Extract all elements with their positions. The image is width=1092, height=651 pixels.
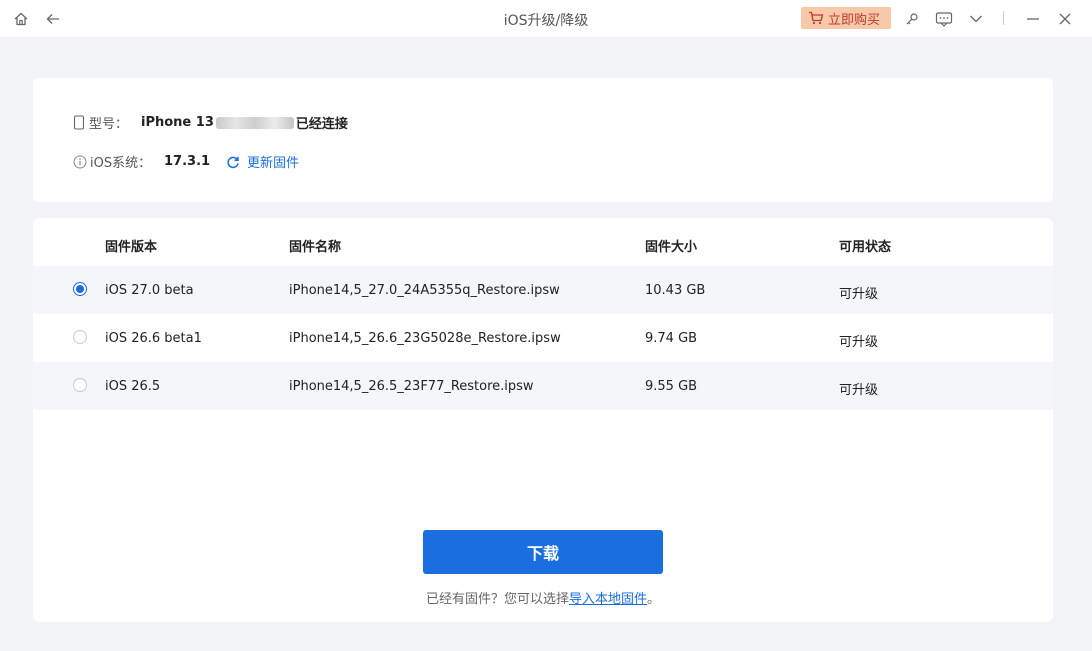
model-label: 型号： (89, 117, 129, 132)
info-icon (73, 155, 87, 169)
cart-icon (809, 11, 824, 25)
header-size: 固件大小 (645, 240, 698, 255)
header-version: 固件版本 (105, 240, 158, 255)
row-name: iPhone14,5_27.0_24A5355q_Restore.ipsw (289, 283, 560, 298)
table-row[interactable]: iOS 26.5 iPhone14,5_26.5_23F77_Restore.i… (33, 362, 1053, 410)
ios-row: iOS系统： 17.3.1 更新固件 (73, 152, 299, 171)
header-name: 固件名称 (289, 240, 342, 255)
header-status: 可用状态 (839, 240, 892, 255)
table-header: 固件版本 固件名称 固件大小 可用状态 (33, 218, 1053, 266)
window-title: iOS升级/降级 (503, 13, 589, 29)
ios-version: 17.3.1 (164, 154, 211, 169)
message-icon[interactable] (934, 9, 954, 29)
table-row[interactable]: iOS 27.0 beta iPhone14,5_27.0_24A5355q_R… (33, 266, 1053, 314)
firmware-table-card: 固件版本 固件名称 固件大小 可用状态 iOS 27.0 beta iPhone… (33, 218, 1053, 622)
close-icon[interactable] (1055, 9, 1075, 29)
ios-label: iOS系统： (90, 156, 152, 171)
row-name: iPhone14,5_26.5_23F77_Restore.ipsw (289, 379, 534, 394)
row-version: iOS 26.6 beta1 (105, 331, 202, 346)
import-hint: 已经有固件？您可以选择导入本地固件。 (33, 588, 1053, 607)
model-value: iPhone 13 (141, 115, 214, 130)
row-status: 可升级 (839, 335, 879, 350)
row-version: iOS 27.0 beta (105, 283, 194, 298)
refresh-icon (227, 156, 239, 168)
row-size: 10.43 GB (645, 283, 706, 298)
device-info-card: 型号： iPhone 13 已经连接 iOS系统： 17.3.1 更新固件 (33, 78, 1053, 202)
hint-suffix: 。 (647, 592, 661, 607)
row-version: iOS 26.5 (105, 379, 161, 394)
model-row: 型号： iPhone 13 已经连接 (73, 113, 348, 132)
chevron-down-icon[interactable] (966, 9, 986, 29)
key-icon[interactable] (902, 9, 922, 29)
row-radio[interactable] (73, 282, 87, 296)
update-firmware-label: 更新固件 (247, 156, 300, 171)
row-status: 可升级 (839, 383, 879, 398)
row-radio[interactable] (73, 378, 87, 392)
download-button[interactable]: 下载 (423, 530, 663, 574)
buy-now-label: 立即购买 (828, 12, 881, 28)
row-size: 9.55 GB (645, 379, 698, 394)
row-status: 可升级 (839, 287, 879, 302)
minimize-icon[interactable] (1023, 9, 1043, 29)
connection-status: 已经连接 (295, 117, 348, 132)
titlebar-divider (1003, 11, 1004, 25)
phone-icon (73, 115, 85, 130)
update-firmware-link[interactable]: 更新固件 (226, 152, 299, 171)
hint-prefix: 已经有固件？您可以选择 (425, 592, 569, 607)
row-radio[interactable] (73, 330, 87, 344)
import-local-firmware-link[interactable]: 导入本地固件 (569, 592, 647, 607)
buy-now-button[interactable]: 立即购买 (801, 7, 891, 29)
redacted-model-suffix (215, 116, 294, 129)
title-bar: iOS升级/降级 立即购买 (0, 0, 1092, 37)
row-size: 9.74 GB (645, 331, 698, 346)
table-row[interactable]: iOS 26.6 beta1 iPhone14,5_26.6_23G5028e_… (33, 314, 1053, 362)
row-name: iPhone14,5_26.6_23G5028e_Restore.ipsw (289, 331, 561, 346)
